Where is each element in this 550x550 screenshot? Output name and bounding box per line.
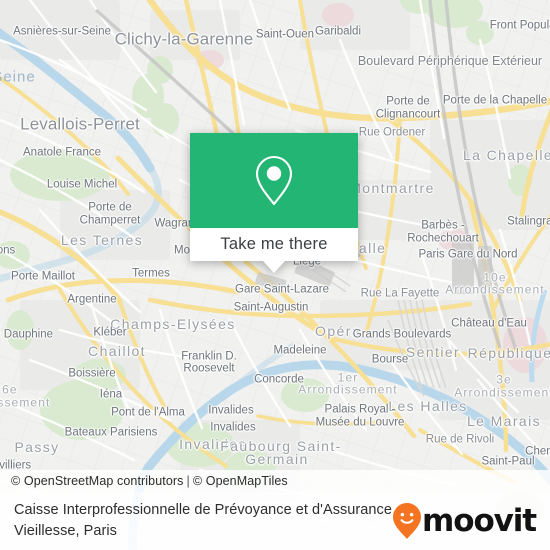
attribution-separator: | <box>186 474 190 488</box>
location-callout-card[interactable]: Take me there <box>190 133 358 273</box>
attribution-osm[interactable]: © OpenStreetMap contributors <box>11 474 184 488</box>
callout-pointer <box>263 261 285 273</box>
map-pin-icon <box>255 155 293 205</box>
callout-cta-area[interactable]: Take me there <box>190 228 358 261</box>
take-me-there-label: Take me there <box>220 235 328 253</box>
moovit-logo[interactable]: moovit <box>392 502 537 540</box>
place-title: Caisse Interprofessionnelle de Prévoyanc… <box>14 502 392 539</box>
moovit-wordmark: moovit <box>422 502 537 539</box>
map-canvas[interactable]: Asnières-sur-Seine Clichy-la-Garenne Saint… <box>0 0 550 550</box>
footer-bar: Caisse Interprofessionnelle de Prévoyanc… <box>0 492 550 550</box>
map-screenshot: Asnières-sur-Seine Clichy-la-Garenne Saint… <box>0 0 550 550</box>
map-attribution-bar: © OpenStreetMap contributors | © OpenMap… <box>0 470 550 492</box>
callout-icon-area <box>190 133 358 228</box>
map-vector-layer <box>0 0 550 550</box>
attribution-openmaptiles[interactable]: © OpenMapTiles <box>193 474 288 488</box>
moovit-smiley-pin-icon <box>393 503 422 539</box>
